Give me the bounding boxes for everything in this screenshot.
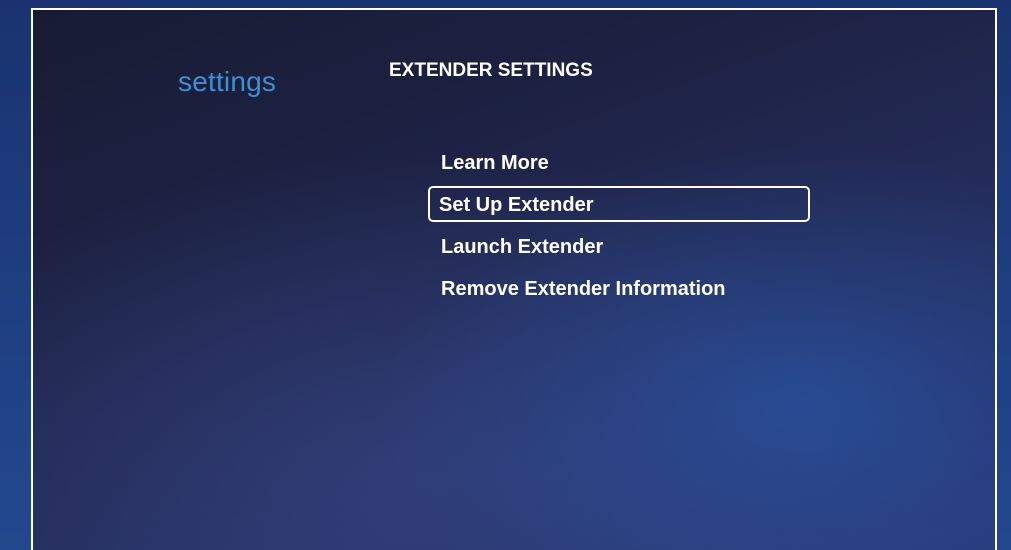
menu-item-learn-more[interactable]: Learn More xyxy=(428,144,810,180)
menu-item-remove-extender-information[interactable]: Remove Extender Information xyxy=(428,270,810,306)
section-title: settings xyxy=(178,66,277,97)
settings-screen: settings EXTENDER SETTINGS Learn More Se… xyxy=(31,8,997,550)
menu-item-set-up-extender[interactable]: Set Up Extender xyxy=(428,186,810,222)
menu-item-launch-extender[interactable]: Launch Extender xyxy=(428,228,810,264)
extender-menu: Learn More Set Up Extender Launch Extend… xyxy=(428,144,810,312)
page-title: EXTENDER SETTINGS xyxy=(389,60,593,81)
